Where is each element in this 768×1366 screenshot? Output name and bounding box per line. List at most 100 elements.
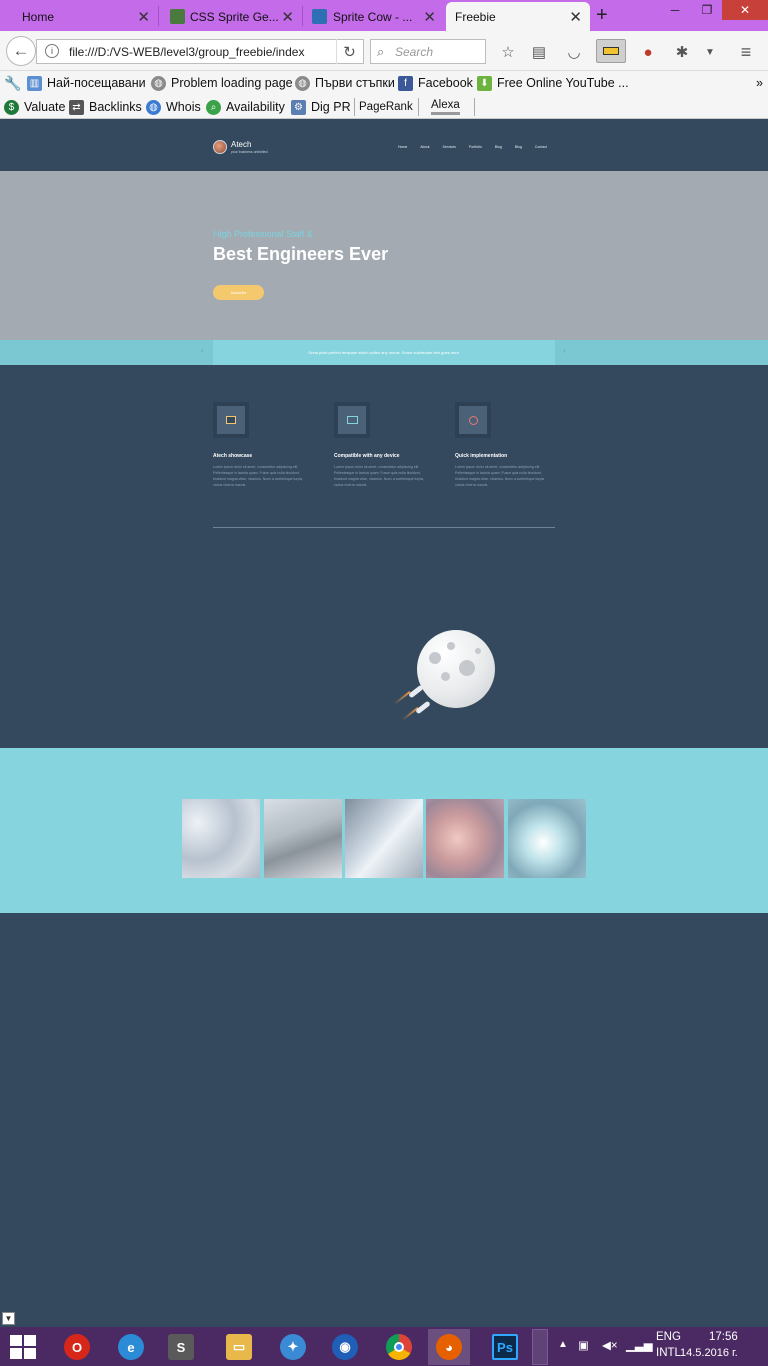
prev-arrow-icon[interactable]: ‹ xyxy=(201,346,204,355)
monitor-icon xyxy=(344,412,360,428)
bookmark-problem-loading[interactable]: ◍ Problem loading page xyxy=(151,74,293,92)
tab-css-sprite[interactable]: CSS Sprite Ge... ✕ xyxy=(166,2,302,31)
taskbar-photoshop[interactable]: Ps xyxy=(484,1329,526,1365)
tab-home[interactable]: Home ✕ xyxy=(0,2,158,31)
bookmark-most-visited[interactable]: ▥ Най-посещавани xyxy=(27,74,146,92)
menu-item-contact[interactable]: Contact xyxy=(535,145,547,149)
close-tab-icon[interactable]: ✕ xyxy=(137,8,150,26)
taskbar-ie[interactable]: e xyxy=(110,1329,152,1365)
device-icon[interactable]: ▣ xyxy=(578,1338,589,1352)
language-indicator[interactable]: ENG xyxy=(656,1331,681,1343)
gallery-thumb-nebula[interactable] xyxy=(426,799,504,878)
signal-icon[interactable]: ▁▃▅ xyxy=(626,1338,653,1352)
search-icon: ⌕ xyxy=(377,44,385,59)
pocket-icon[interactable]: ◡ xyxy=(564,42,584,62)
taskbar-opera[interactable]: O xyxy=(56,1329,98,1365)
search-input[interactable]: ⌕ Search xyxy=(370,39,486,64)
hero-title: Best Engineers Ever xyxy=(213,244,389,264)
feature-title: Atech showcase xyxy=(213,453,253,459)
subheader-text: Great pixel perfect template which suite… xyxy=(213,340,555,365)
bookmark-alexa[interactable]: Alexa xyxy=(418,98,460,116)
menu-item-blog-2[interactable]: Blog xyxy=(515,145,522,149)
chrome-icon xyxy=(386,1334,412,1360)
bookmark-label: Facebook xyxy=(418,76,473,90)
ruler-icon[interactable] xyxy=(596,39,626,63)
bookmark-label: Problem loading page xyxy=(171,76,293,90)
new-tab-button[interactable]: + xyxy=(596,4,608,27)
toolbar-separator xyxy=(474,98,475,116)
start-button[interactable] xyxy=(10,1335,38,1359)
taskbar-chrome[interactable] xyxy=(378,1329,420,1365)
folder-icon: ▭ xyxy=(226,1334,252,1360)
bookmark-pagerank[interactable]: PageRank xyxy=(354,98,413,116)
taskbar-firefox-dev[interactable]: ◉ xyxy=(324,1329,366,1365)
show-hidden-icons[interactable]: ▲ xyxy=(558,1339,568,1350)
bookmark-facebook[interactable]: f Facebook xyxy=(398,74,473,92)
menu-item-about[interactable]: About xyxy=(420,145,429,149)
minimize-icon[interactable]: ─ xyxy=(660,0,690,20)
taskbar-window-preview[interactable] xyxy=(532,1329,548,1365)
close-tab-icon[interactable]: ✕ xyxy=(423,8,436,26)
photoshop-icon: Ps xyxy=(492,1334,518,1360)
clock-date[interactable]: 14.5.2016 г. xyxy=(680,1347,738,1359)
menu-item-portfolio[interactable]: Portfolio xyxy=(469,145,482,149)
tab-freebie[interactable]: Freebie ✕ xyxy=(446,2,590,31)
clock-time[interactable]: 17:56 xyxy=(709,1331,738,1343)
bookmark-label: PageRank xyxy=(359,101,413,113)
crater xyxy=(441,672,450,681)
scroll-down-icon[interactable]: ▼ xyxy=(2,1312,15,1325)
menu-icon[interactable]: ≡ xyxy=(736,42,756,62)
hero-subtitle: High Professional Staff & xyxy=(213,229,313,239)
logo-icon[interactable] xyxy=(213,140,227,154)
tab-sprite-cow[interactable]: Sprite Cow - ... ✕ xyxy=(308,2,444,31)
network-icon: ⚙ xyxy=(291,99,306,115)
back-button[interactable]: ← xyxy=(6,36,36,66)
menu-item-blog[interactable]: Blog xyxy=(495,145,502,149)
bug-icon[interactable]: ✱ xyxy=(672,42,692,62)
bookmark-getting-started[interactable]: ◍ Първи стъпки xyxy=(295,74,395,92)
subscribe-button[interactable]: Subscribe xyxy=(213,285,264,300)
info-icon[interactable]: i xyxy=(45,44,59,58)
taskbar-firefox[interactable]: ◕ xyxy=(428,1329,470,1365)
keyboard-layout[interactable]: INTL xyxy=(656,1347,681,1359)
bookmark-whois[interactable]: ◍ Whois xyxy=(146,98,201,116)
close-window-icon[interactable]: ✕ xyxy=(722,0,768,20)
bookmark-youtube[interactable]: ⬇ Free Online YouTube ... xyxy=(477,74,629,92)
bookmark-label: Free Online YouTube ... xyxy=(497,76,629,90)
reading-list-icon[interactable]: ▤ xyxy=(529,42,549,62)
next-arrow-icon[interactable]: › xyxy=(563,346,566,355)
globe-icon: ◍ xyxy=(151,75,166,91)
gallery-thumb-planet[interactable] xyxy=(182,799,260,878)
bookmark-dig-pr[interactable]: ⚙ Dig PR xyxy=(291,98,351,116)
close-tab-icon[interactable]: ✕ xyxy=(281,8,294,26)
gallery-thumb-asteroid[interactable] xyxy=(264,799,342,878)
taskbar-explorer[interactable]: ▭ xyxy=(218,1329,260,1365)
gallery-thumb-star[interactable] xyxy=(508,799,586,878)
firefox-dev-icon: ◉ xyxy=(332,1334,358,1360)
bookmark-star-icon[interactable]: ☆ xyxy=(498,42,518,62)
logo-name[interactable]: Atech xyxy=(231,140,251,149)
bookmark-backlinks[interactable]: ⇄ Backlinks xyxy=(69,98,142,116)
bookmark-valuate[interactable]: $ Valuate xyxy=(4,98,65,116)
bookmarks-overflow[interactable]: » xyxy=(756,74,763,92)
feature-icon-box xyxy=(334,402,370,438)
menu-item-services[interactable]: Services xyxy=(443,145,456,149)
taskbar-safari[interactable]: ✦ xyxy=(272,1329,314,1365)
windows-logo-icon xyxy=(24,1335,36,1346)
gallery-thumb-galaxy[interactable] xyxy=(345,799,423,878)
reload-icon[interactable]: ↻ xyxy=(336,39,362,64)
bookmark-availability[interactable]: ⌕ Availability xyxy=(206,98,285,116)
url-bar[interactable]: i file:///D:/VS-WEB/level3/group_freebie… xyxy=(36,39,364,64)
magnifier-icon: ⌕ xyxy=(206,99,221,115)
volume-mute-icon[interactable]: ◀× xyxy=(602,1338,618,1352)
record-icon[interactable]: ● xyxy=(638,42,658,62)
close-tab-icon[interactable]: ✕ xyxy=(569,8,582,26)
menu-item-home[interactable]: Home xyxy=(398,145,407,149)
taskbar-sublime[interactable]: S xyxy=(160,1329,202,1365)
maximize-icon[interactable]: ❐ xyxy=(692,0,722,20)
internet-explorer-icon: e xyxy=(118,1334,144,1360)
dropdown-icon[interactable]: ▼ xyxy=(700,42,720,62)
moon-illustration xyxy=(417,630,495,708)
site-header: Atech your business unlimited Home About… xyxy=(0,119,768,171)
customize-icon[interactable]: 🔧 xyxy=(4,74,21,92)
